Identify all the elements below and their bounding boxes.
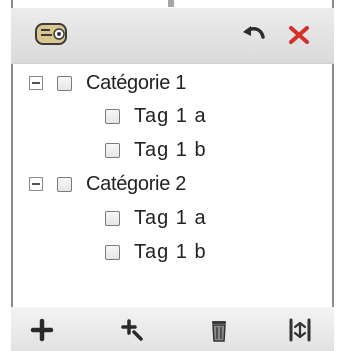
checkbox[interactable] [105, 244, 120, 260]
category-label: Catégorie 2 [86, 172, 187, 195]
add-button[interactable] [27, 315, 57, 345]
collapse-icon[interactable] [29, 177, 43, 191]
category-label: Catégorie 1 [86, 71, 187, 94]
checkbox[interactable] [105, 210, 120, 226]
expand-all-button[interactable] [285, 315, 315, 345]
tree-row-category[interactable]: Catégorie 2 [29, 167, 186, 201]
add-icon [30, 318, 54, 342]
tag-label: Tag 1 a [134, 206, 207, 229]
close-button[interactable] [284, 20, 314, 50]
resize-grip[interactable] [168, 0, 174, 7]
tree-row-tag[interactable]: Tag 1 b [105, 235, 207, 269]
tree-row-tag[interactable]: Tag 1 a [105, 201, 207, 235]
tag-label: Tag 1 a [134, 104, 207, 127]
checkbox[interactable] [57, 75, 72, 91]
delete-button[interactable] [204, 315, 234, 345]
tag-button[interactable] [34, 20, 72, 50]
category-tree: Catégorie 1 Tag 1 a Tag 1 b Catégorie 2 … [14, 66, 324, 296]
tag-label: Tag 1 b [134, 240, 207, 263]
add-child-button[interactable] [117, 315, 147, 345]
close-icon [289, 26, 309, 44]
add-child-icon [121, 319, 143, 341]
undo-button[interactable] [241, 23, 269, 47]
checkbox[interactable] [105, 108, 120, 124]
collapse-icon[interactable] [29, 76, 43, 90]
tree-row-tag[interactable]: Tag 1 b [105, 133, 207, 167]
tree-row-category[interactable]: Catégorie 1 [29, 66, 186, 100]
checkbox[interactable] [57, 176, 72, 192]
checkbox[interactable] [105, 142, 120, 158]
tag-icon [35, 23, 67, 45]
tag-label: Tag 1 b [134, 138, 207, 161]
tree-row-tag[interactable]: Tag 1 a [105, 99, 207, 133]
expand-all-icon [289, 318, 311, 342]
trash-icon [212, 321, 226, 342]
top-toolbar [11, 8, 334, 64]
undo-icon [243, 26, 265, 39]
bottom-toolbar [11, 307, 334, 351]
